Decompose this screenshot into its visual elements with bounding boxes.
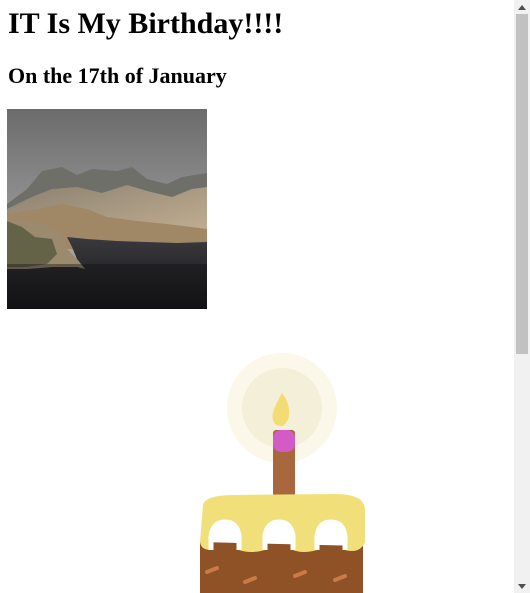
page-title: IT Is My Birthday!!!! bbox=[8, 7, 284, 40]
page: IT Is My Birthday!!!! On the 17th of Jan… bbox=[0, 0, 514, 593]
page-subtitle: On the 17th of January bbox=[8, 63, 227, 88]
scroll-down-arrow-icon[interactable] bbox=[514, 579, 530, 593]
scrollbar-thumb[interactable] bbox=[516, 14, 528, 354]
birthday-cake-illustration bbox=[200, 353, 365, 593]
landscape-photo bbox=[7, 109, 207, 309]
scroll-up-arrow-icon[interactable] bbox=[514, 0, 530, 14]
vertical-scrollbar[interactable] bbox=[514, 0, 530, 593]
